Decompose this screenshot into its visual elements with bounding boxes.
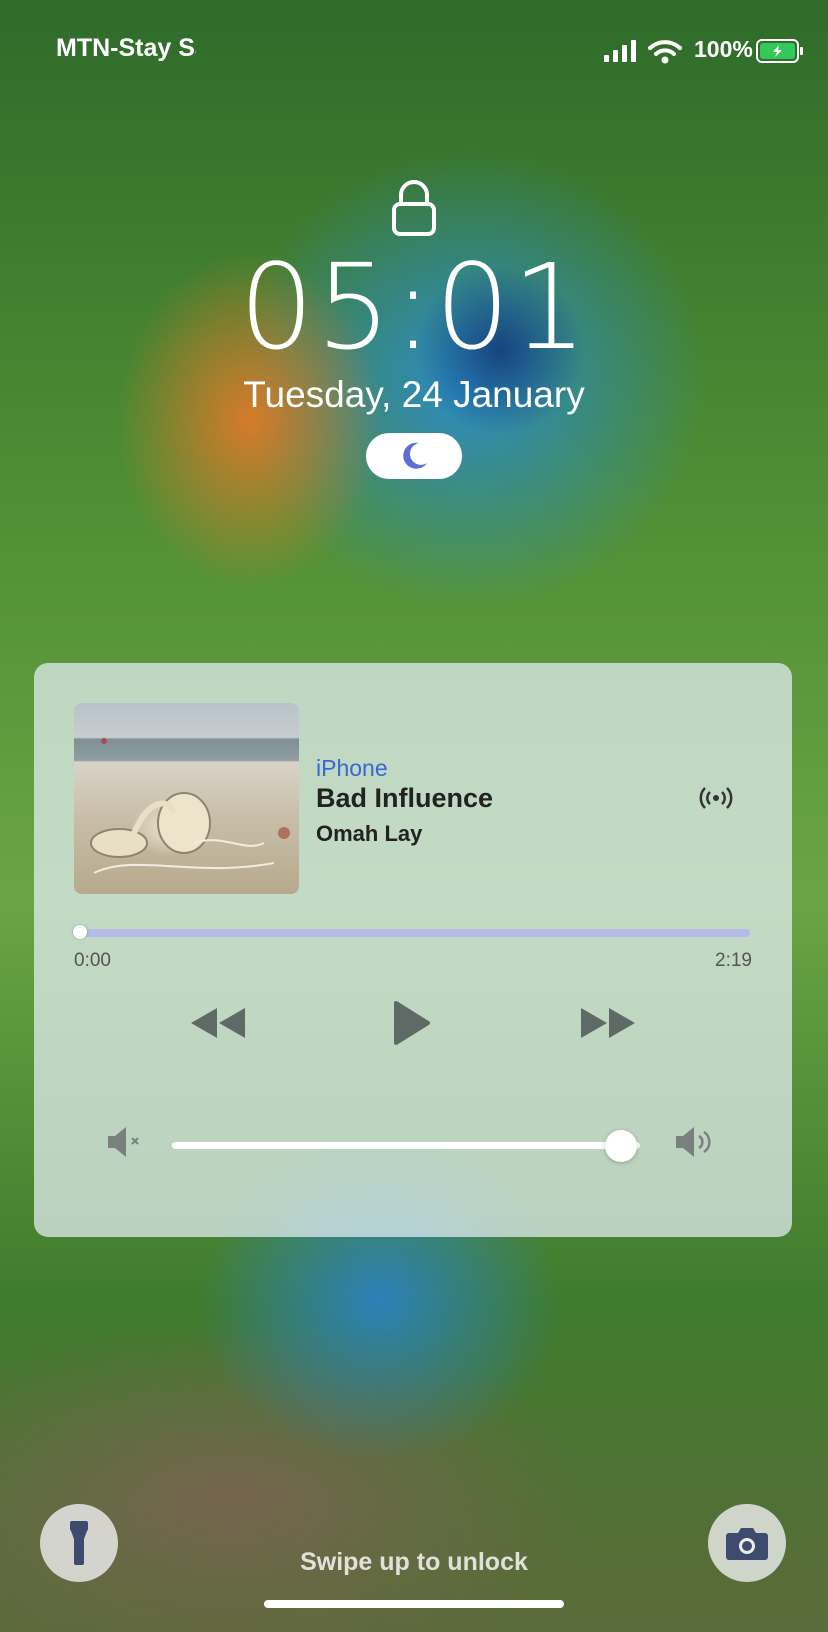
signal-icon (604, 40, 636, 62)
home-indicator[interactable] (264, 1600, 564, 1608)
artwork-headphones (90, 738, 290, 874)
elapsed-time: 0:00 (74, 950, 111, 971)
swipe-hint: Swipe up to unlock (300, 1548, 528, 1576)
track-artist: Omah Lay (316, 821, 423, 846)
carrier-name: MTN-Stay Safe (56, 34, 196, 62)
playback-source: iPhone (316, 755, 388, 781)
focus-mode-pill[interactable] (366, 433, 462, 479)
lock-icon (392, 180, 436, 236)
play-icon[interactable] (392, 1000, 432, 1046)
volume-mute-icon (108, 1127, 139, 1157)
total-time: 2:19 (715, 950, 752, 971)
fast-forward-icon[interactable] (577, 1006, 637, 1040)
track-title: Bad Influence (316, 783, 494, 813)
lock-date: Tuesday, 24 January (243, 374, 585, 415)
playback-progress-knob[interactable] (73, 925, 87, 939)
now-playing-widget: iPhone Bad Influence Omah Lay 0:00 2:19 (34, 663, 792, 1237)
battery-percent: 100% (694, 36, 753, 62)
lock-screen: MTN-Stay Safe 100% 05:01 Tuesday, 24 Jan… (0, 0, 828, 1632)
lock-time: 05:01 (238, 238, 590, 376)
volume-up-icon (676, 1127, 711, 1157)
wifi-icon (648, 40, 682, 64)
volume-slider-track[interactable] (172, 1142, 640, 1149)
status-bar: MTN-Stay Safe 100% (0, 30, 828, 70)
album-artwork[interactable] (74, 703, 299, 894)
battery-icon (756, 39, 803, 63)
rewind-icon[interactable] (189, 1006, 249, 1040)
moon-icon (403, 442, 427, 469)
airplay-icon[interactable] (698, 783, 734, 813)
playback-progress-bar[interactable] (74, 929, 750, 937)
volume-slider-knob[interactable] (605, 1130, 638, 1162)
